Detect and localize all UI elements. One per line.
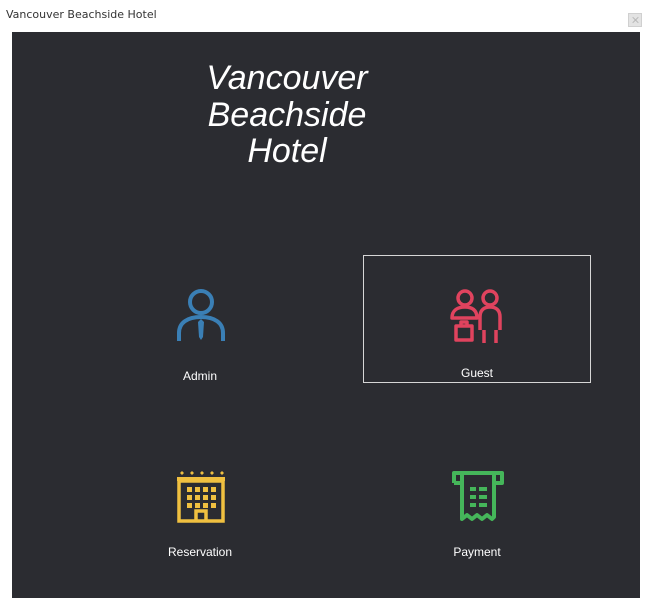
reservation-label: Reservation	[167, 545, 233, 559]
guest-label: Guest	[460, 366, 493, 380]
hotel-building-icon	[177, 471, 225, 523]
payment-button[interactable]: Payment	[363, 434, 591, 562]
guest-button[interactable]: Guest	[363, 255, 591, 383]
hotel-name-line-2: Beachside	[207, 95, 367, 134]
hotel-name-line-1: Vancouver	[206, 59, 368, 97]
hotel-name-heading: Vancouver Beachside Hotel	[162, 60, 412, 170]
receipt-icon	[452, 471, 504, 521]
hotel-name-line-3: Hotel	[247, 132, 327, 171]
payment-label: Payment	[453, 545, 501, 559]
admin-button[interactable]: Admin	[86, 254, 314, 383]
admin-label: Admin	[182, 369, 217, 383]
admin-user-icon	[177, 289, 225, 341]
title-bar: Vancouver Beachside Hotel	[0, 0, 652, 32]
guest-icon	[450, 289, 502, 343]
close-button[interactable]	[628, 13, 642, 27]
window-title: Vancouver Beachside Hotel	[6, 8, 157, 21]
reservation-button[interactable]: Reservation	[86, 434, 314, 562]
main-panel: Vancouver Beachside Hotel Admin Guest Re…	[12, 32, 640, 598]
